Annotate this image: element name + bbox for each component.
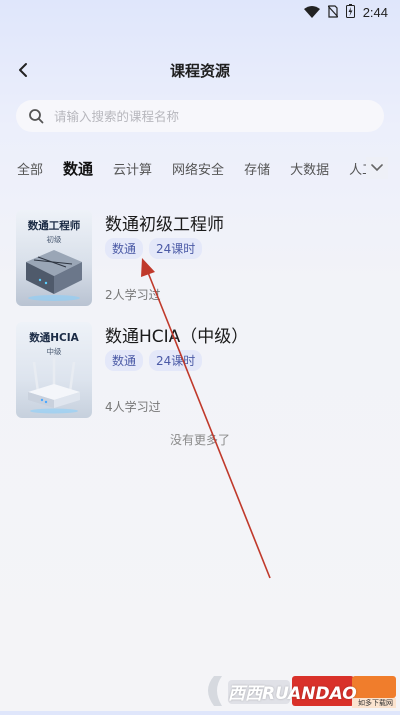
watermark-text: 西西RUANDAO	[228, 684, 357, 704]
header: 课程资源	[0, 52, 400, 88]
course-tag: 24课时	[149, 350, 203, 371]
course-card[interactable]: 数通工程师 初级 数通初级工程师 数通 24课时 2人学习过	[16, 210, 386, 306]
watermark-subtext: 如多下载网	[358, 699, 393, 707]
status-bar: 2:44	[0, 0, 400, 24]
page-title: 课程资源	[169, 62, 230, 80]
course-thumbnail: 数通工程师 初级	[16, 210, 92, 306]
course-card[interactable]: 数通HCIA 中级 数通HCIA（中级） 数通 24课时 4人学习过	[16, 322, 386, 418]
search-input[interactable]	[52, 107, 356, 125]
course-tags: 数通 24课时	[105, 350, 203, 371]
tabs-expand-button[interactable]	[366, 157, 388, 179]
search-icon	[28, 108, 44, 124]
course-title: 数通HCIA（中级）	[105, 327, 249, 347]
no-sim-icon	[327, 3, 339, 22]
router-device-image	[28, 358, 80, 414]
tab-storage[interactable]: 存储	[244, 159, 270, 178]
category-tabs: 全部 数通 云计算 网络安全 存储 大数据 人工	[17, 156, 400, 180]
tab-datacom[interactable]: 数通	[63, 158, 93, 179]
chevron-down-icon	[371, 164, 383, 172]
course-tags: 数通 24课时	[105, 238, 203, 259]
course-thumbnail: 数通HCIA 中级	[16, 322, 92, 418]
tab-cloud-computing[interactable]: 云计算	[113, 159, 152, 178]
battery-charging-icon	[345, 3, 355, 22]
wifi-icon	[303, 3, 320, 22]
course-tag: 数通	[105, 238, 144, 259]
tab-all[interactable]: 全部	[17, 159, 43, 178]
status-icons: 2:44	[303, 3, 388, 22]
learner-count: 2人学习过	[105, 288, 161, 302]
server-device-image	[26, 250, 82, 301]
watermark-logo: 西西RUANDAO 如多下载网	[200, 668, 400, 711]
course-tag: 数通	[105, 350, 144, 371]
course-tag: 24课时	[149, 238, 203, 259]
search-bar[interactable]	[16, 100, 384, 132]
learner-count: 4人学习过	[105, 400, 161, 414]
tab-big-data[interactable]: 大数据	[290, 159, 329, 178]
status-time: 2:44	[362, 5, 388, 20]
course-title: 数通初级工程师	[105, 215, 224, 235]
no-more-text: 没有更多了	[169, 433, 230, 447]
tab-network-security[interactable]: 网络安全	[172, 159, 224, 178]
